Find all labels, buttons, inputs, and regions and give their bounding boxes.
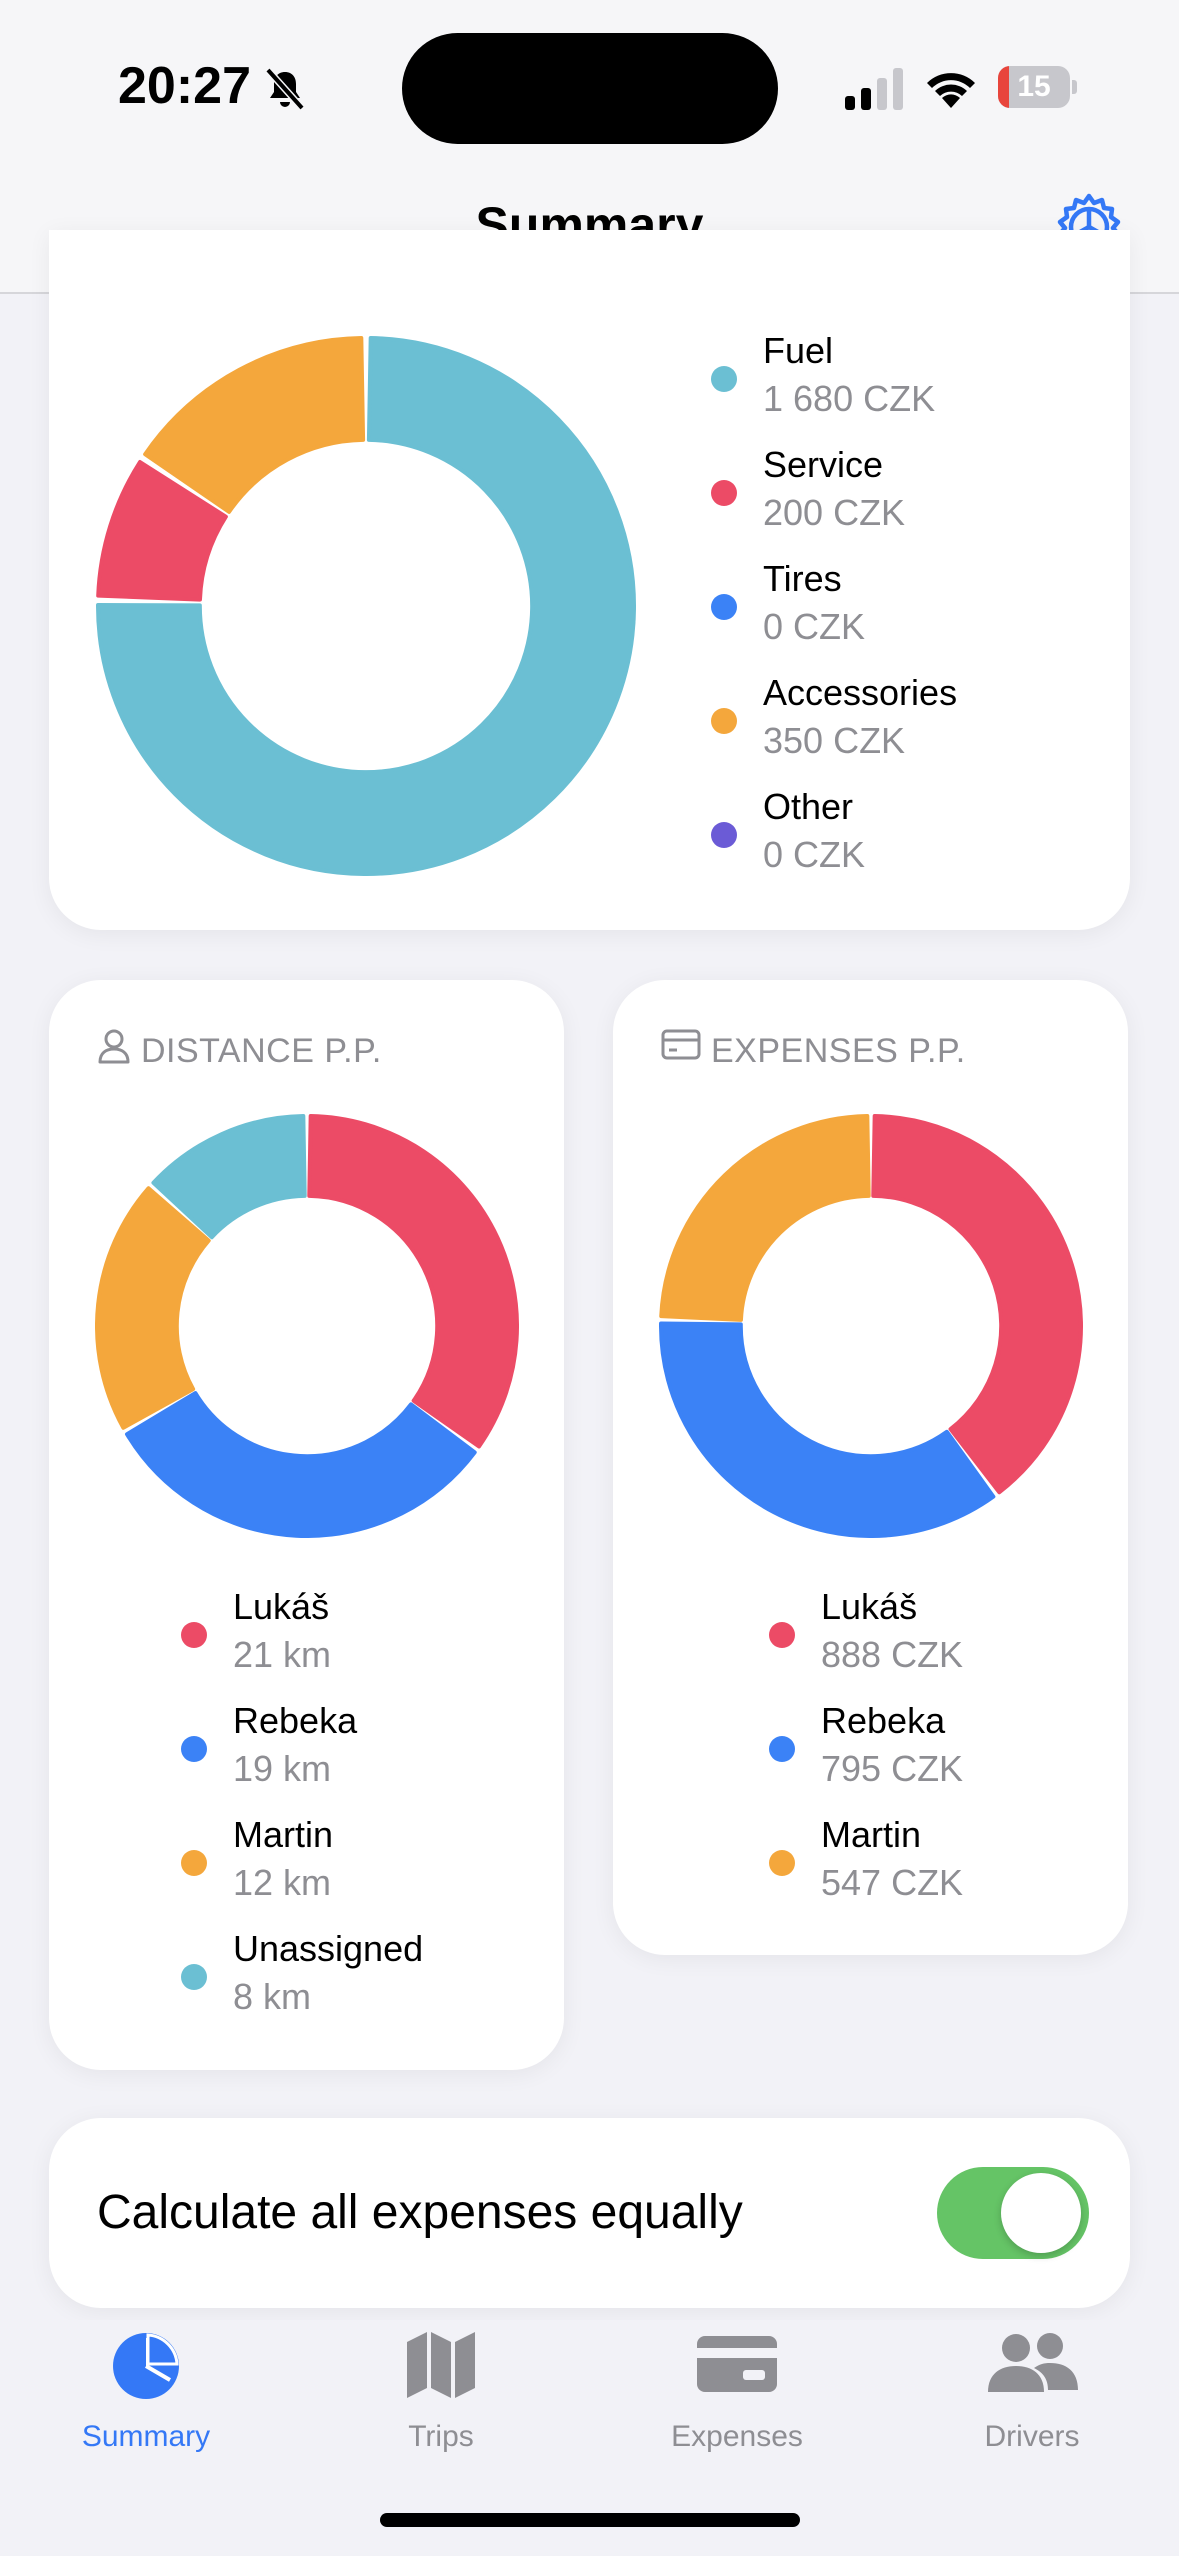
expense-legend-label: Service	[763, 444, 884, 485]
tab-summary[interactable]: Summary	[46, 2320, 246, 2490]
map-icon	[407, 2332, 475, 2398]
expense-legend-dot	[711, 480, 737, 506]
expenses-pp-legend-dot	[769, 1850, 795, 1876]
expenses-pp-legend-dot	[769, 1736, 795, 1762]
distance-legend: Lukáš 21 km Rebeka 19 km Martin 12 km Unassign…	[181, 1586, 541, 2046]
distance-legend-dot	[181, 1850, 207, 1876]
distance-legend-dot	[181, 1964, 207, 1990]
distance-slice-rebeka	[124, 1391, 477, 1538]
expenses-pp-slice-luk-	[871, 1114, 1083, 1495]
battery-indicator: 15	[998, 66, 1077, 108]
distance-legend-dot	[181, 1622, 207, 1648]
pie-chart-icon	[113, 2333, 179, 2399]
cellular-signal-icon	[845, 68, 903, 110]
expense-legend-value: 0 CZK	[763, 834, 866, 875]
expense-legend-item: Fuel 1 680 CZK	[711, 330, 1111, 444]
distance-slice-luk-	[307, 1114, 519, 1449]
expenses-pp-slice-martin	[659, 1114, 871, 1322]
tab-trips-label: Trips	[408, 2420, 474, 2453]
expenses-card-title: EXPENSES P.P.	[711, 1032, 966, 1070]
distance-legend-value: 19 km	[233, 1748, 332, 1789]
expense-breakdown-donut	[96, 336, 636, 876]
expense-legend-label: Other	[763, 786, 854, 827]
expense-legend-label: Tires	[763, 558, 842, 599]
distance-legend-item: Unassigned 8 km	[181, 1928, 541, 2042]
expense-legend-dot	[711, 822, 737, 848]
distance-legend-item: Martin 12 km	[181, 1814, 541, 1928]
expenses-donut	[659, 1114, 1083, 1538]
expenses-pp-legend-dot	[769, 1622, 795, 1648]
expenses-pp-legend-label: Lukáš	[821, 1586, 918, 1627]
expense-legend-value: 1 680 CZK	[763, 378, 936, 419]
distance-per-person-card: DISTANCE P.P. Lukáš 21 km Rebeka 19 km Marti…	[49, 980, 564, 2070]
expenses-pp-legend-item: Martin 547 CZK	[769, 1814, 1109, 1928]
person-icon	[98, 1029, 130, 1064]
distance-legend-value: 12 km	[233, 1862, 332, 1903]
distance-legend-item: Lukáš 21 km	[181, 1586, 541, 1700]
tab-expenses[interactable]: Expenses	[637, 2320, 837, 2490]
expense-breakdown-legend: Fuel 1 680 CZK Service 200 CZK Tires 0 CZK Acc…	[711, 330, 1111, 875]
expenses-pp-legend-label: Rebeka	[821, 1700, 946, 1741]
expenses-pp-legend-item: Rebeka 795 CZK	[769, 1700, 1109, 1814]
status-time: 20:27	[118, 57, 251, 115]
distance-legend-label: Lukáš	[233, 1586, 330, 1627]
people-icon	[988, 2333, 1078, 2392]
expense-breakdown-card: Fuel 1 680 CZK Service 200 CZK Tires 0 CZK Acc…	[49, 230, 1130, 930]
distance-legend-value: 21 km	[233, 1634, 332, 1675]
expense-legend-label: Accessories	[763, 672, 958, 713]
expenses-pp-slice-rebeka	[659, 1321, 996, 1538]
distance-legend-label: Unassigned	[233, 1928, 424, 1969]
distance-legend-label: Rebeka	[233, 1700, 358, 1741]
expense-legend-item: Accessories 350 CZK	[711, 672, 1111, 786]
distance-legend-label: Martin	[233, 1814, 334, 1855]
toggle-knob	[1001, 2173, 1081, 2253]
expenses-pp-legend-value: 888 CZK	[821, 1634, 964, 1675]
expense-legend-item: Service 200 CZK	[711, 444, 1111, 558]
expenses-per-person-card: EXPENSES P.P. Lukáš 888 CZK Rebeka 795 CZK M…	[613, 980, 1128, 1955]
expenses-pp-legend-label: Martin	[821, 1814, 922, 1855]
tab-trips[interactable]: Trips	[341, 2320, 541, 2490]
distance-legend-dot	[181, 1736, 207, 1762]
expenses-pp-legend-value: 547 CZK	[821, 1862, 964, 1903]
credit-card-icon	[661, 1029, 701, 1060]
expenses-pp-legend-value: 795 CZK	[821, 1748, 964, 1789]
expense-legend-dot	[711, 366, 737, 392]
dynamic-island	[402, 33, 778, 144]
tab-drivers[interactable]: Drivers	[932, 2320, 1132, 2490]
expenses-pp-legend-item: Lukáš 888 CZK	[769, 1586, 1109, 1700]
expenses-legend: Lukáš 888 CZK Rebeka 795 CZK Martin 547 CZK	[769, 1586, 1109, 1946]
distance-legend-item: Rebeka 19 km	[181, 1700, 541, 1814]
tab-expenses-label: Expenses	[671, 2420, 803, 2453]
home-indicator	[380, 2513, 800, 2527]
tab-summary-label: Summary	[81, 2420, 211, 2453]
expense-legend-item: Other 0 CZK	[711, 786, 1111, 900]
tab-drivers-label: Drivers	[984, 2420, 1080, 2453]
expense-legend-item: Tires 0 CZK	[711, 558, 1111, 672]
calculate-equally-label: Calculate all expenses equally	[97, 2186, 743, 2239]
calculate-equally-toggle[interactable]	[937, 2167, 1089, 2259]
expense-legend-label: Fuel	[763, 330, 834, 371]
wifi-icon	[927, 73, 975, 108]
distance-slice-martin	[95, 1186, 211, 1430]
distance-legend-value: 8 km	[233, 1976, 312, 2017]
battery-level: 15	[1017, 70, 1051, 103]
calculate-equally-card: Calculate all expenses equally	[49, 2118, 1130, 2308]
credit-card-icon	[697, 2336, 777, 2392]
bell-slash-icon	[265, 67, 305, 111]
expense-legend-value: 0 CZK	[763, 606, 866, 647]
distance-donut	[95, 1114, 519, 1538]
distance-card-title: DISTANCE P.P.	[141, 1032, 382, 1070]
expense-legend-value: 200 CZK	[763, 492, 906, 533]
expense-legend-dot	[711, 708, 737, 734]
expense-legend-value: 350 CZK	[763, 720, 906, 761]
expense-legend-dot	[711, 594, 737, 620]
